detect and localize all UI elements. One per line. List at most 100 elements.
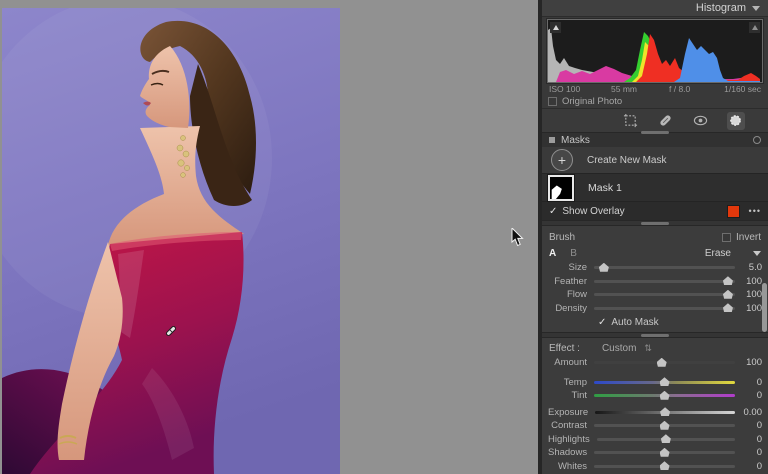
slider-thumb[interactable] [598,262,609,272]
brush-collapse-icon[interactable] [753,250,761,256]
slider-value[interactable]: 0 [735,447,762,458]
slider-label[interactable]: Contrast [548,420,594,431]
slider-label[interactable]: Highlights [548,434,597,445]
slider-thumb[interactable] [660,434,671,444]
slider-size: Size 5.0 [542,261,768,275]
slider-label[interactable]: Temp [548,377,594,388]
slider-value[interactable]: 0.00 [735,407,763,418]
photo-canvas[interactable] [2,8,340,474]
slider-track[interactable] [594,276,735,286]
slider-value[interactable]: 100 [735,303,762,314]
brush-section: Brush Invert A B Erase Size 5.0 Feather [542,226,768,332]
slider-thumb[interactable] [659,420,670,430]
slider-value[interactable]: 0 [735,377,762,388]
slider-track[interactable] [594,357,735,367]
brush-a-button[interactable]: A [549,248,556,259]
highlight-clipping-indicator[interactable] [749,22,760,33]
healing-tool-icon[interactable] [657,112,675,130]
original-photo-checkbox[interactable] [548,97,557,106]
slider-track[interactable] [594,303,735,313]
slider-thumb[interactable] [659,461,670,471]
section-divider [542,332,768,338]
panel-switch-icon[interactable] [753,136,761,144]
slider-thumb[interactable] [659,377,670,387]
slider-track[interactable] [594,289,735,299]
panel-resize-grip[interactable] [641,222,669,225]
slider-track[interactable] [594,390,735,400]
panel-scrollbar[interactable] [762,283,767,332]
slider-thumb[interactable] [659,447,670,457]
auto-mask-checkmark[interactable]: ✓ [598,317,606,328]
create-new-mask-row[interactable]: + Create New Mask [542,147,768,173]
show-overlay-label: Show Overlay [562,205,625,217]
slider-contrast: Contrast 0 [542,419,768,433]
slider-label[interactable]: Amount [548,357,594,368]
slider-track[interactable] [594,461,735,471]
slider-value[interactable]: 100 [735,357,762,368]
invert-checkbox[interactable] [721,232,731,242]
slider-label[interactable]: Whites [548,461,594,472]
slider-thumb[interactable] [722,303,733,313]
panel-resize-grip[interactable] [641,131,669,134]
invert-label: Invert [735,231,761,243]
overlay-options-icon[interactable]: ••• [745,206,761,216]
slider-track[interactable] [594,447,735,457]
slider-value[interactable]: 0 [735,434,762,445]
slider-exposure: Exposure 0.00 [542,406,768,420]
panel-collapse-icon[interactable] [752,5,760,11]
add-mask-button[interactable]: + [551,149,573,171]
histogram-panel-header[interactable]: Histogram [542,0,768,17]
crop-tool-icon[interactable] [622,112,640,130]
slider-density: Density 100 [542,302,768,316]
slider-shadows: Shadows 0 [542,446,768,460]
slider-thumb[interactable] [660,407,671,417]
slider-track[interactable] [595,407,735,417]
slider-label[interactable]: Density [548,303,594,314]
slider-value[interactable]: 0 [735,420,762,431]
slider-label[interactable]: Exposure [548,407,595,418]
slider-thumb[interactable] [656,357,667,367]
slider-label[interactable]: Tint [548,390,594,401]
slider-track[interactable] [594,377,735,387]
slider-value[interactable]: 0 [735,390,762,401]
masking-tool-icon[interactable] [726,111,745,130]
slider-label[interactable]: Shadows [548,447,594,458]
slider-thumb[interactable] [722,276,733,286]
slider-value[interactable]: 100 [735,289,762,300]
show-overlay-row[interactable]: ✓ Show Overlay ••• [542,202,768,220]
slider-thumb[interactable] [722,289,733,299]
slider-value[interactable]: 100 [735,276,762,287]
mask-list-item[interactable]: Mask 1 [542,173,768,202]
slider-track[interactable] [596,434,735,444]
auto-mask-label[interactable]: Auto Mask [611,317,658,328]
brush-erase-button[interactable]: Erase [705,248,731,259]
slider-thumb[interactable] [659,390,670,400]
slider-label[interactable]: Feather [548,276,594,287]
panel-resize-grip[interactable] [641,334,669,337]
show-overlay-checkmark[interactable]: ✓ [549,206,557,217]
shadow-clipping-indicator[interactable] [550,22,561,33]
preset-arrows-icon[interactable]: ⇅ [644,343,652,354]
masks-panel-header[interactable]: Masks [542,131,768,147]
masks-panel-icon [549,137,555,143]
section-divider [542,220,768,226]
slider-track[interactable] [594,420,735,430]
histogram-title: Histogram [695,2,746,14]
histogram-canvas[interactable] [546,18,764,84]
brush-b-button[interactable]: B [570,248,577,259]
slider-label[interactable]: Size [548,262,594,273]
slider-whites: Whites 0 [542,460,768,474]
mask-pin-icon[interactable] [164,324,178,338]
mouse-cursor [511,228,524,247]
slider-feather: Feather 100 [542,275,768,289]
overlay-color-swatch[interactable] [726,204,740,218]
lightroom-develop-view: Histogram ISO 100 55 mm f / 8.0 1/160 se… [0,0,768,474]
slider-value[interactable]: 0 [735,461,762,472]
slider-label[interactable]: Flow [548,289,594,300]
brush-section-title: Brush [549,231,576,243]
slider-track[interactable] [594,262,735,272]
effect-preset-dropdown[interactable]: Custom [602,343,636,354]
red-eye-tool-icon[interactable] [692,112,710,130]
slider-value[interactable]: 5.0 [735,262,762,273]
effect-section: Effect : Custom ⇅ Amount 100 Temp 0 Tint… [542,338,768,474]
